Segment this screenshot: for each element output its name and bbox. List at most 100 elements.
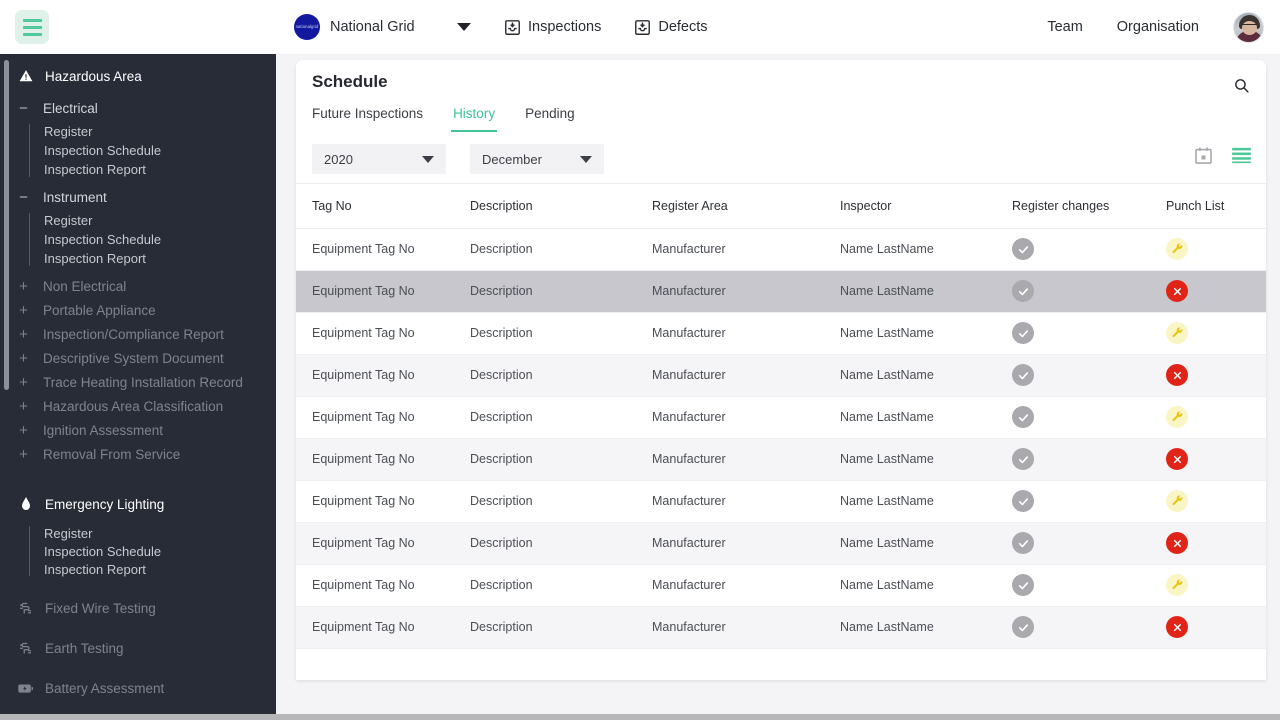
check-circle-icon[interactable]	[1012, 448, 1034, 470]
cell-tag-no: Equipment Tag No	[296, 564, 470, 607]
sidebar-nav-list: Hazardous Area − Electrical Register Ins…	[0, 54, 276, 714]
cancel-icon[interactable]	[1166, 616, 1188, 638]
year-select[interactable]: 2020	[312, 144, 446, 174]
sidebar-item-earth-testing[interactable]: Earth Testing	[0, 632, 276, 664]
sidebar-item-instrument[interactable]: − Instrument	[0, 185, 276, 209]
hamburger-icon-bar	[22, 18, 42, 22]
sidebar-item-battery-assessment[interactable]: Battery Assessment	[0, 672, 276, 704]
horizontal-scrollbar[interactable]	[0, 714, 1280, 720]
lightbulb-icon	[18, 496, 33, 512]
sidebar-item-non-electrical[interactable]: + Non Electrical	[0, 274, 276, 298]
cell-register-area: Manufacturer	[652, 396, 840, 439]
check-circle-icon[interactable]	[1012, 406, 1034, 428]
cancel-icon[interactable]	[1166, 364, 1188, 386]
sidebar-item-ignition-assessment[interactable]: + Ignition Assessment	[0, 418, 276, 442]
cell-tag-no: Equipment Tag No	[296, 354, 470, 397]
sidebar-item-emergency-register[interactable]: Register	[0, 524, 276, 542]
wrench-icon[interactable]	[1166, 238, 1188, 260]
list-view-button[interactable]	[1231, 147, 1252, 164]
table-row[interactable]: Equipment Tag No Description Manufacture…	[296, 354, 1266, 397]
sidebar-item-instrument-inspection-schedule[interactable]: Inspection Schedule	[0, 230, 276, 249]
month-select[interactable]: December	[470, 144, 604, 174]
cell-punch-list	[1166, 228, 1266, 271]
nav-item-team[interactable]: Team	[1047, 19, 1082, 35]
table-row[interactable]: Equipment Tag No Description Manufacture…	[296, 606, 1266, 649]
sidebar-item-instrument-inspection-report[interactable]: Inspection Report	[0, 249, 276, 268]
table-row[interactable]: Equipment Tag No Description Manufacture…	[296, 564, 1266, 607]
column-header-register-changes[interactable]: Register changes	[1012, 184, 1166, 229]
check-circle-icon[interactable]	[1012, 364, 1034, 386]
avatar[interactable]	[1233, 11, 1264, 43]
table-row[interactable]: Equipment Tag No Description Manufacture…	[296, 228, 1266, 271]
nav-item-organisation[interactable]: Organisation	[1117, 19, 1199, 35]
sidebar-item-hazardous-area-classification[interactable]: + Hazardous Area Classification	[0, 394, 276, 418]
calendar-view-button[interactable]	[1194, 146, 1213, 165]
collapse-toggle-icon[interactable]: −	[18, 101, 29, 116]
column-header-tag-no[interactable]: Tag No	[296, 184, 470, 229]
table-row[interactable]: Equipment Tag No Description Manufacture…	[296, 270, 1266, 313]
sidebar-item-hazardous-area[interactable]: Hazardous Area	[0, 62, 276, 90]
hamburger-icon-bar	[22, 25, 42, 29]
expand-toggle-icon[interactable]: +	[18, 351, 29, 366]
sidebar-item-trace-heating-installation-record[interactable]: + Trace Heating Installation Record	[0, 370, 276, 394]
column-header-punch-list[interactable]: Punch List	[1166, 184, 1266, 229]
cell-register-area: Manufacturer	[652, 606, 840, 649]
cell-inspector: Name LastName	[840, 522, 1012, 565]
list-view-icon	[1232, 147, 1251, 164]
tab-pending[interactable]: Pending	[523, 102, 577, 132]
check-circle-icon[interactable]	[1012, 322, 1034, 344]
nav-item-defects[interactable]: Defects	[634, 19, 708, 36]
chevron-down-icon[interactable]	[456, 23, 471, 31]
check-circle-icon[interactable]	[1012, 574, 1034, 596]
column-header-inspector[interactable]: Inspector	[840, 184, 1012, 229]
cell-register-area: Manufacturer	[652, 480, 840, 523]
check-circle-icon[interactable]	[1012, 616, 1034, 638]
column-header-description[interactable]: Description	[470, 184, 652, 229]
sidebar-item-emergency-inspection-report[interactable]: Inspection Report	[0, 560, 276, 578]
tab-future-inspections[interactable]: Future Inspections	[310, 102, 425, 132]
sidebar-item-emergency-lighting[interactable]: Emergency Lighting	[0, 488, 276, 520]
cancel-icon[interactable]	[1166, 532, 1188, 554]
table-row[interactable]: Equipment Tag No Description Manufacture…	[296, 396, 1266, 439]
sidebar-item-descriptive-system-document[interactable]: + Descriptive System Document	[0, 346, 276, 370]
expand-toggle-icon[interactable]: +	[18, 303, 29, 318]
sidebar-item-electrical-inspection-schedule[interactable]: Inspection Schedule	[0, 141, 276, 160]
sidebar-item-emergency-inspection-schedule[interactable]: Inspection Schedule	[0, 542, 276, 560]
organisation-selector[interactable]: nationalgrid National Grid	[294, 0, 471, 54]
sidebar-item-electrical-register[interactable]: Register	[0, 122, 276, 141]
wrench-icon[interactable]	[1166, 406, 1188, 428]
check-circle-icon[interactable]	[1012, 490, 1034, 512]
table-row[interactable]: Equipment Tag No Description Manufacture…	[296, 522, 1266, 565]
sidebar-item-portable-appliance[interactable]: + Portable Appliance	[0, 298, 276, 322]
cancel-icon[interactable]	[1166, 280, 1188, 302]
sidebar-item-inspection-compliance-report[interactable]: + Inspection/Compliance Report	[0, 322, 276, 346]
cancel-icon[interactable]	[1166, 448, 1188, 470]
expand-toggle-icon[interactable]: +	[18, 447, 29, 462]
collapse-toggle-icon[interactable]: −	[18, 190, 29, 205]
expand-toggle-icon[interactable]: +	[18, 327, 29, 342]
check-circle-icon[interactable]	[1012, 280, 1034, 302]
sidebar-item-removal-from-service[interactable]: + Removal From Service	[0, 442, 276, 466]
tab-history[interactable]: History	[451, 102, 498, 132]
table-row[interactable]: Equipment Tag No Description Manufacture…	[296, 480, 1266, 523]
wrench-icon[interactable]	[1166, 490, 1188, 512]
column-header-register-area[interactable]: Register Area	[652, 184, 840, 229]
wrench-icon[interactable]	[1166, 574, 1188, 596]
search-button[interactable]	[1228, 72, 1254, 98]
cell-inspector: Name LastName	[840, 438, 1012, 481]
check-circle-icon[interactable]	[1012, 532, 1034, 554]
sidebar-item-fixed-wire-testing[interactable]: Fixed Wire Testing	[0, 592, 276, 624]
check-circle-icon[interactable]	[1012, 238, 1034, 260]
table-row[interactable]: Equipment Tag No Description Manufacture…	[296, 312, 1266, 355]
sidebar-item-electrical[interactable]: − Electrical	[0, 96, 276, 120]
expand-toggle-icon[interactable]: +	[18, 423, 29, 438]
expand-toggle-icon[interactable]: +	[18, 375, 29, 390]
sidebar-item-electrical-inspection-report[interactable]: Inspection Report	[0, 160, 276, 179]
nav-item-inspections[interactable]: Inspections	[504, 19, 601, 36]
table-row[interactable]: Equipment Tag No Description Manufacture…	[296, 438, 1266, 481]
expand-toggle-icon[interactable]: +	[18, 279, 29, 294]
expand-toggle-icon[interactable]: +	[18, 399, 29, 414]
hamburger-menu-button[interactable]	[15, 10, 49, 44]
wrench-icon[interactable]	[1166, 322, 1188, 344]
sidebar-item-instrument-register[interactable]: Register	[0, 211, 276, 230]
